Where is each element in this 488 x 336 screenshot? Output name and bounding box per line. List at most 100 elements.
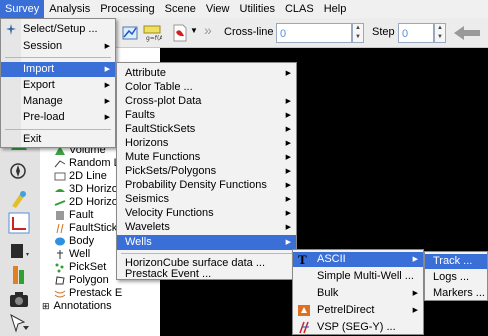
menu-view[interactable]: View (201, 0, 235, 18)
tree-item-random-line[interactable]: Random L (54, 157, 120, 170)
tree-item-fault[interactable]: Fault (54, 209, 93, 222)
menu-item-logs[interactable]: Logs ... (425, 270, 487, 285)
menu-item-exit[interactable]: Exit (1, 132, 115, 147)
menu-item-wells[interactable]: Wells ▶ (117, 235, 296, 250)
menu-item-session[interactable]: Session ▶ (1, 39, 115, 54)
menu-clas[interactable]: CLAS (280, 0, 319, 18)
well-icon (57, 250, 63, 259)
menu-item-manage[interactable]: Manage ▶ (1, 94, 115, 109)
menu-item-export[interactable]: Export ▶ (1, 78, 115, 93)
submenu-arrow-icon: ▶ (104, 43, 110, 50)
menu-separator (5, 129, 111, 130)
tree-item-prestack-event[interactable]: Prestack E (54, 287, 122, 300)
submenu-arrow-icon: ▶ (285, 154, 291, 161)
text-ascii-icon: T (298, 252, 307, 267)
submenu-arrow-icon: ▶ (285, 98, 291, 105)
submenu-arrow-icon: ▶ (412, 256, 418, 263)
menu-analysis[interactable]: Analysis (44, 0, 95, 18)
menu-item-mute-functions[interactable]: Mute Functions ▶ (117, 150, 296, 165)
menu-processing[interactable]: Processing (95, 0, 159, 18)
menu-separator (121, 253, 292, 254)
random-line-tool-icon[interactable] (120, 23, 140, 43)
compass-tool-icon[interactable] (8, 160, 30, 182)
vertical-scale-tool-icon[interactable] (8, 264, 30, 286)
crossline-input[interactable]: 0 (276, 23, 352, 43)
random-line-icon (54, 160, 66, 168)
submenu-arrow-icon: ▶ (412, 290, 418, 297)
expand-icon[interactable]: ⊞ (42, 300, 50, 313)
menu-item-simple-multi-well[interactable]: Simple Multi-Well ... (293, 269, 423, 284)
submenu-arrow-icon: ▶ (104, 114, 110, 121)
submenu-arrow-icon: ▶ (285, 210, 291, 217)
menu-survey[interactable]: Survey (0, 0, 45, 18)
submenu-arrow-icon: ▶ (285, 126, 291, 133)
menu-item-attribute[interactable]: Attribute ▶ (117, 66, 296, 81)
menu-item-select-setup[interactable]: Select/Setup ... (1, 22, 115, 37)
select-setup-icon (6, 24, 16, 35)
menu-item-horizons[interactable]: Horizons ▶ (117, 136, 296, 151)
menu-item-color-table[interactable]: Color Table ... (117, 80, 296, 95)
wells-submenu: T ASCII ▶ Simple Multi-Well ... Bulk ▶ Pet… (292, 249, 424, 335)
menu-item-vsp-segy[interactable]: VSP (SEG-Y) ... (293, 320, 423, 335)
menu-item-track[interactable]: Track ... (425, 254, 487, 269)
pointer-tool-icon[interactable] (8, 312, 30, 334)
menu-help[interactable]: Help (319, 0, 352, 18)
tree-item-annotations[interactable]: ⊞ Annotations (42, 300, 112, 313)
menu-item-seismics[interactable]: Seismics ▶ (117, 192, 296, 207)
menu-item-probability-density-functions[interactable]: Probability Density Functions ▶ (117, 178, 296, 193)
pickset-icon (55, 263, 64, 273)
menu-item-petreldirect[interactable]: PetrelDirect ▶ (293, 303, 423, 318)
display-tool-icon[interactable] (8, 240, 30, 262)
axis-tool-icon[interactable] (8, 212, 30, 234)
tree-item-polygon[interactable]: Polygon (54, 274, 109, 287)
dropdown-arrow-icon[interactable]: ▼ (190, 26, 198, 35)
menu-item-faultsticksets[interactable]: FaultStickSets ▶ (117, 122, 296, 137)
import-submenu: Attribute ▶ Color Table ... Cross-plot Da… (116, 62, 297, 280)
previous-arrow-icon[interactable] (452, 23, 484, 43)
tree-item-pickset[interactable]: PickSet (54, 261, 106, 274)
menu-item-bulk[interactable]: Bulk ▶ (293, 286, 423, 301)
submenu-arrow-icon: ▶ (285, 168, 291, 175)
submenu-arrow-icon: ▶ (104, 98, 110, 105)
tree-item-faultstick[interactable]: FaultStick (54, 222, 117, 235)
menu-item-import[interactable]: Import ▶ (1, 62, 115, 77)
step-spinner[interactable]: ▲ ▼ (434, 23, 446, 43)
tree-item-2d-horizon[interactable]: 2D Horizo (54, 196, 118, 209)
tree-item-3d-horizon[interactable]: 3D Horizo (54, 183, 118, 196)
submenu-arrow-icon: ▶ (285, 112, 291, 119)
body-icon (55, 237, 65, 246)
menu-separator (5, 57, 111, 58)
menu-item-faults[interactable]: Faults ▶ (117, 108, 296, 123)
formula-tool-icon[interactable]: g=f(A) (142, 23, 162, 43)
2d-line-icon (54, 172, 66, 181)
submenu-arrow-icon: ▶ (285, 140, 291, 147)
tree-item-body[interactable]: Body (54, 235, 94, 248)
svg-text:g=f(A): g=f(A) (146, 35, 162, 42)
menubar: Survey Analysis Processing Scene View Ut… (0, 0, 488, 18)
polygon-icon (55, 276, 65, 285)
toolbar-double-chevron-icon[interactable]: » (204, 22, 212, 38)
survey-menu: Select/Setup ... Session ▶ Import ▶ Export… (0, 18, 116, 148)
pdf-export-icon[interactable] (170, 23, 190, 43)
camera-tool-icon[interactable] (8, 288, 30, 310)
menu-item-cross-plot-data[interactable]: Cross-plot Data ▶ (117, 94, 296, 109)
menu-item-wavelets[interactable]: Wavelets ▶ (117, 220, 296, 235)
menu-item-prestack-event[interactable]: Prestack Event ... (117, 269, 296, 280)
menu-item-markers[interactable]: Markers ... (425, 286, 487, 301)
crossline-spinner[interactable]: ▲ ▼ (352, 23, 364, 43)
menu-scene[interactable]: Scene (160, 0, 201, 18)
menu-item-pre-load[interactable]: Pre-load ▶ (1, 110, 115, 125)
menu-item-picksets-polygons[interactable]: PickSets/Polygons ▶ (117, 164, 296, 179)
tree-item-well[interactable]: Well (54, 248, 90, 261)
step-input[interactable]: 0 (398, 23, 434, 43)
menu-item-velocity-functions[interactable]: Velocity Functions ▶ (117, 206, 296, 221)
submenu-arrow-icon: ▶ (285, 224, 291, 231)
tree-item-2d-line[interactable]: 2D Line (54, 170, 107, 183)
submenu-arrow-icon: ▶ (285, 239, 291, 246)
menu-item-ascii[interactable]: T ASCII ▶ (293, 252, 423, 267)
menu-utilities[interactable]: Utilities (235, 0, 280, 18)
submenu-arrow-icon: ▶ (104, 82, 110, 89)
paint-tool-icon[interactable] (8, 188, 30, 210)
3d-horizon-icon (55, 189, 65, 192)
fault-icon (56, 211, 64, 220)
